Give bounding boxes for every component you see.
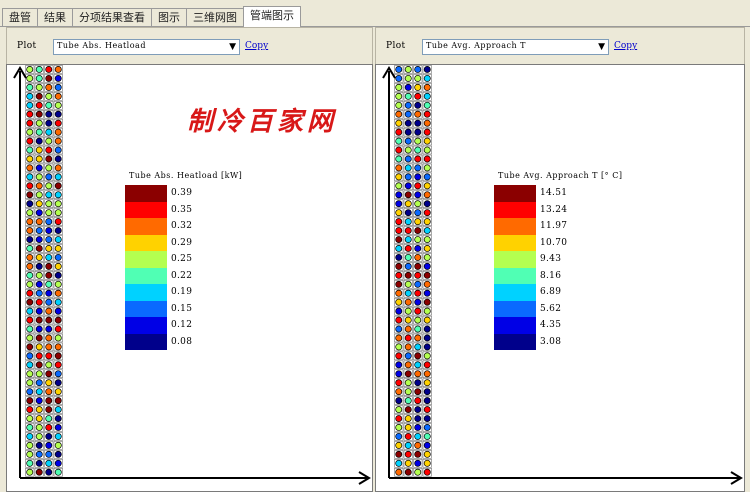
- legend-value: 5.62: [540, 303, 562, 314]
- legend-value: 0.15: [171, 303, 193, 314]
- watermark-logo: 制冷百家网: [187, 107, 338, 137]
- legend-value: 0.22: [171, 270, 193, 281]
- color-legend: Tube Abs. Heatload [kW] 0.39 0.35 0.32 0.29…: [125, 171, 242, 350]
- tab-diagram[interactable]: 图示: [151, 8, 187, 26]
- legend-swatch: [494, 300, 536, 317]
- tab-results[interactable]: 结果: [37, 8, 73, 26]
- copy-link[interactable]: Copy: [245, 41, 268, 51]
- legend-entry: 0.25: [125, 251, 242, 268]
- legend-swatch: [125, 333, 167, 350]
- legend-value: 10.70: [540, 237, 568, 248]
- tab-itemized-results[interactable]: 分项结果查看: [72, 8, 152, 26]
- legend-swatch: [494, 234, 536, 251]
- legend-entry: 10.70: [494, 234, 622, 251]
- legend-swatch: [494, 201, 536, 218]
- left-plot-panel: Plot Tube Abs. Heatload ▼ Copy 制冷百家网 Tub…: [6, 27, 373, 492]
- legend-value: 4.35: [540, 320, 562, 331]
- legend-swatch: [125, 218, 167, 235]
- legend-value: 0.19: [171, 287, 193, 298]
- legend-entry: 13.24: [494, 201, 622, 218]
- legend-value: 11.97: [540, 221, 568, 232]
- tab-3d-mesh[interactable]: 三维网图: [186, 8, 244, 26]
- right-plot-panel: Plot Tube Avg. Approach T ▼ Copy Tube Av…: [375, 27, 745, 492]
- legend-swatch: [494, 317, 536, 334]
- legend-swatch: [494, 267, 536, 284]
- legend-swatch: [125, 251, 167, 268]
- legend-swatch: [125, 267, 167, 284]
- legend-swatch: [125, 284, 167, 301]
- tab-tube-end-diagram[interactable]: 管端图示: [243, 6, 301, 27]
- legend-value: 0.12: [171, 320, 193, 331]
- plot-variable-value: Tube Abs. Heatload: [57, 41, 146, 50]
- legend-swatch: [494, 251, 536, 268]
- copy-link[interactable]: Copy: [614, 41, 637, 51]
- color-legend: Tube Avg. Approach T [° C] 14.51 13.24 11.…: [494, 171, 622, 350]
- chevron-down-icon[interactable]: ▼: [598, 40, 605, 54]
- legend-swatch: [125, 201, 167, 218]
- legend-entry: 0.22: [125, 267, 242, 284]
- legend-swatch: [125, 317, 167, 334]
- result-tabs: 盘管 结果 分项结果查看 图示 三维网图 管端图示: [2, 6, 301, 27]
- legend-entry: 5.62: [494, 300, 622, 317]
- legend-value: 0.08: [171, 336, 193, 347]
- legend-entry: 0.35: [125, 201, 242, 218]
- legend-value: 0.39: [171, 188, 193, 199]
- legend-value: 14.51: [540, 188, 568, 199]
- tube-end-plot: 制冷百家网 Tube Abs. Heatload [kW] 0.39 0.35 0.…: [6, 64, 373, 492]
- legend-entry: 0.12: [125, 317, 242, 334]
- tab-coil[interactable]: 盘管: [2, 8, 38, 26]
- tube-end-plot: Tube Avg. Approach T [° C] 14.51 13.24 11.…: [375, 64, 745, 492]
- legend-entry: 3.08: [494, 333, 622, 350]
- legend-value: 6.89: [540, 287, 562, 298]
- legend-swatch: [494, 284, 536, 301]
- plot-variable-select[interactable]: Tube Abs. Heatload ▼: [53, 39, 240, 55]
- legend-value: 0.35: [171, 204, 193, 215]
- legend-entry: 4.35: [494, 317, 622, 334]
- legend-entry: 11.97: [494, 218, 622, 235]
- legend-swatch: [125, 185, 167, 202]
- legend-title: Tube Avg. Approach T [° C]: [498, 171, 623, 180]
- legend-value: 3.08: [540, 336, 562, 347]
- legend-value: 13.24: [540, 204, 568, 215]
- legend-value: 9.43: [540, 254, 562, 265]
- legend-entry: 0.08: [125, 333, 242, 350]
- chevron-down-icon[interactable]: ▼: [229, 40, 236, 54]
- legend-entry: 0.32: [125, 218, 242, 235]
- legend-entry: 0.19: [125, 284, 242, 301]
- left-plot-toolbar: Plot Tube Abs. Heatload ▼ Copy: [6, 27, 373, 64]
- legend-entry: 0.15: [125, 300, 242, 317]
- legend-entry: 8.16: [494, 267, 622, 284]
- legend-swatch: [494, 218, 536, 235]
- legend-entry: 0.29: [125, 234, 242, 251]
- legend-value: 0.32: [171, 221, 193, 232]
- legend-swatch: [494, 185, 536, 202]
- plot-label: Plot: [17, 41, 37, 51]
- legend-entry: 0.39: [125, 185, 242, 202]
- legend-value: 8.16: [540, 270, 562, 281]
- legend-entry: 6.89: [494, 284, 622, 301]
- legend-entry: 14.51: [494, 185, 622, 202]
- plot-variable-select[interactable]: Tube Avg. Approach T ▼: [422, 39, 609, 55]
- plot-label: Plot: [386, 41, 406, 51]
- legend-entry: 9.43: [494, 251, 622, 268]
- legend-value: 0.25: [171, 254, 193, 265]
- right-plot-toolbar: Plot Tube Avg. Approach T ▼ Copy: [375, 27, 745, 64]
- plot-variable-value: Tube Avg. Approach T: [426, 41, 527, 50]
- legend-swatch: [125, 234, 167, 251]
- legend-title: Tube Abs. Heatload [kW]: [129, 171, 243, 180]
- legend-value: 0.29: [171, 237, 193, 248]
- legend-swatch: [125, 300, 167, 317]
- legend-swatch: [494, 333, 536, 350]
